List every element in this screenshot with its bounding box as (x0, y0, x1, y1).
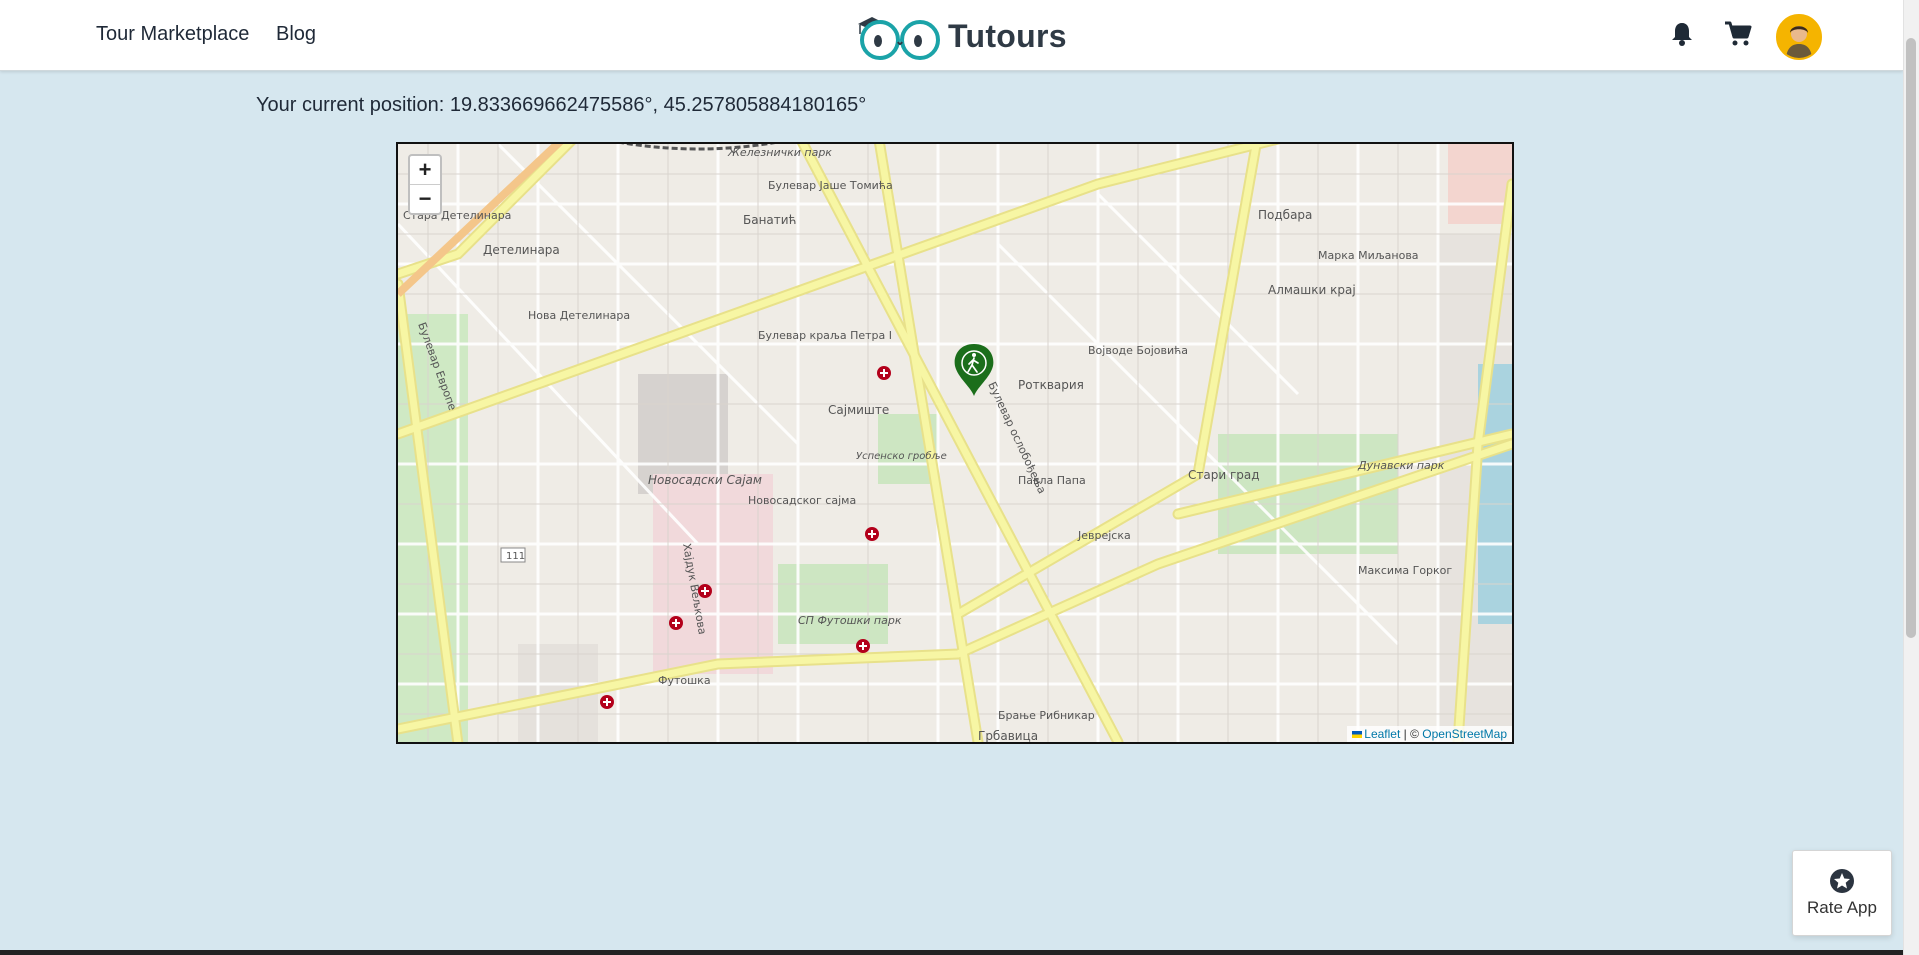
star-icon (1830, 869, 1854, 893)
zoom-in-button[interactable]: + (410, 156, 440, 184)
map-zoom-control: + − (408, 154, 442, 215)
current-position-text: Your current position: 19.83366966247558… (256, 94, 867, 116)
map-label: Сајмиште (828, 403, 889, 417)
map-label: Марка Миљанова (1318, 249, 1419, 262)
rate-app-label: Rate App (1807, 898, 1877, 917)
avatar[interactable] (1776, 14, 1822, 60)
zoom-out-button[interactable]: − (410, 184, 440, 213)
cart-icon[interactable] (1720, 16, 1756, 52)
map-label: Булевар краља Петра I (758, 329, 892, 342)
map-label: Банатић (743, 213, 796, 227)
map-label: Булевар Јаше Томића (768, 179, 893, 192)
map-label: Детелинара (483, 243, 560, 257)
map-label: Подбара (1258, 208, 1312, 222)
map-label: Јеврејска (1077, 529, 1131, 542)
map-label: Алмашки крај (1268, 283, 1356, 297)
road-number-badge: 111 (500, 547, 526, 563)
bell-icon[interactable] (1664, 16, 1700, 52)
map-label: Новосадског сајма (748, 494, 856, 507)
scrollbar-thumb[interactable] (1906, 38, 1916, 638)
map-label: Футошка (658, 674, 711, 687)
nav-blog-link[interactable]: Blog (276, 23, 316, 46)
logo-text: Tutours (948, 17, 1067, 54)
attribution-separator: | © (1400, 727, 1423, 741)
rate-app-button[interactable]: Rate App (1792, 850, 1892, 936)
bottom-border (0, 950, 1903, 955)
leaflet-link[interactable]: Leaflet (1364, 727, 1400, 741)
hospital-marker-icon[interactable] (698, 584, 712, 598)
openstreetmap-link[interactable]: OpenStreetMap (1422, 727, 1507, 741)
owl-eyes-logo-icon (858, 17, 940, 60)
nav-tour-marketplace-link[interactable]: Tour Marketplace (96, 23, 249, 46)
map-tiles[interactable]: Булевар Јаше Томића Детелинара Нова Дете… (398, 144, 1512, 742)
map-container[interactable]: Булевар Јаше Томића Детелинара Нова Дете… (396, 142, 1514, 744)
top-navigation-bar: Tour Marketplace Blog Tutours (0, 0, 1903, 71)
svg-text:111: 111 (506, 551, 525, 562)
map-label: Војводе Бојовића (1088, 344, 1188, 357)
map-label: Ротквария (1018, 378, 1084, 392)
hospital-marker-icon[interactable] (600, 695, 614, 709)
map-label: Новосадски Сајам (648, 473, 762, 487)
map-label: СП Футошки парк (798, 614, 902, 627)
map-label: Нова Детелинара (528, 309, 630, 322)
hospital-marker-icon[interactable] (865, 527, 879, 541)
hospital-marker-icon[interactable] (669, 616, 683, 630)
map-attribution: Leaflet | © OpenStreetMap (1347, 726, 1512, 742)
hospital-marker-icon[interactable] (856, 639, 870, 653)
user-avatar-icon (1778, 16, 1820, 58)
hospital-marker-icon[interactable] (877, 366, 891, 380)
map-label: Павла Папа (1018, 474, 1086, 487)
map-label: Дунавски парк (1357, 459, 1445, 472)
map-label: Успенско гробље (856, 450, 947, 462)
ukraine-flag-icon (1352, 731, 1363, 739)
map-label: Стари град (1188, 468, 1260, 482)
map-label: Максима Горког (1358, 564, 1452, 577)
map-label: Грбавица (978, 729, 1038, 742)
map-label: Железнички парк (727, 146, 832, 159)
tutours-logo[interactable]: Tutours (854, 8, 1067, 64)
map-label: Брање Рибникар (998, 709, 1095, 722)
